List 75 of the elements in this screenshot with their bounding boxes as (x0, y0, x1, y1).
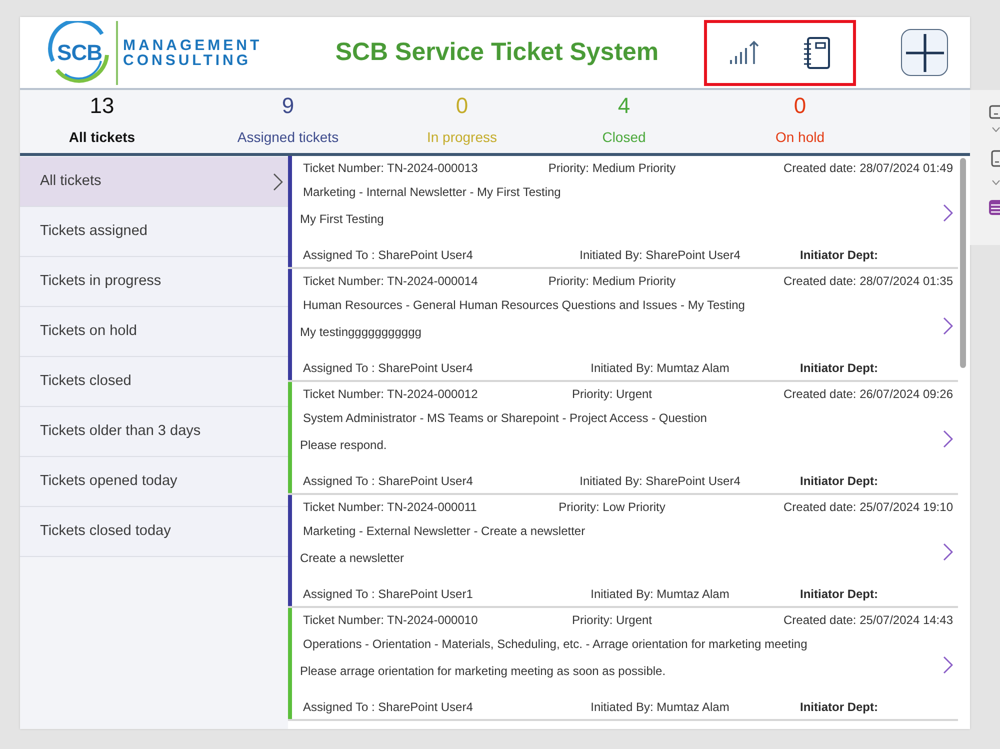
assigned-to: Assigned To : SharePoint User1 (303, 586, 473, 603)
assigned-to: Assigned To : SharePoint User4 (303, 360, 473, 377)
chevron-down-icon[interactable] (992, 180, 1000, 185)
chevron-down-icon[interactable] (992, 127, 1000, 132)
stat-count: 0 (794, 93, 806, 119)
ticket-description: My testinggggggggggg (300, 324, 422, 341)
created-date: Created date: 26/07/2024 09:26 (784, 386, 953, 403)
ticket-item[interactable] (288, 608, 958, 721)
ticket-number: Ticket Number: TN-2024-000014 (303, 273, 478, 290)
assigned-to: Assigned To : SharePoint User4 (303, 473, 473, 490)
sidebar-item[interactable]: All tickets (20, 157, 288, 207)
initiated-by: Initiated By: SharePoint User4 (580, 247, 740, 264)
ticket-number: Ticket Number: TN-2024-000012 (303, 386, 478, 403)
ticket-number: Ticket Number: TN-2024-000011 (303, 499, 477, 516)
logo-text: MANAGEMENT (123, 38, 262, 52)
ticket-item[interactable] (288, 382, 958, 495)
initiator-dept: Initiator Dept: (800, 360, 878, 377)
initiator-dept: Initiator Dept: (800, 586, 878, 603)
list-icon[interactable] (989, 199, 1000, 216)
chevron-right-icon (943, 316, 953, 336)
created-date: Created date: 28/07/2024 01:49 (784, 160, 953, 177)
initiated-by: Initiated By: SharePoint User4 (580, 473, 740, 490)
ticket-category: Human Resources - General Human Resources Questions and Issues - My Testing (303, 297, 745, 314)
ticket-item[interactable] (288, 269, 958, 382)
add-button[interactable] (901, 29, 948, 76)
stat-label[interactable]: On hold (775, 128, 825, 146)
ticket-description: Create a newsletter (300, 550, 404, 567)
notebook-icon[interactable] (802, 36, 830, 68)
ticket-number: Ticket Number: TN-2024-000013 (303, 160, 478, 177)
priority-text: Priority: Medium Priority (548, 273, 676, 290)
initiator-dept: Initiator Dept: (800, 699, 878, 716)
initiator-dept: Initiator Dept: (800, 473, 878, 490)
assigned-to: Assigned To : SharePoint User4 (303, 699, 473, 716)
logo-initials: SCB (57, 40, 102, 64)
initiated-by: Initiated By: Mumtaz Alam (590, 699, 730, 716)
stat-count: 4 (618, 93, 630, 119)
stat-count: 13 (90, 93, 114, 119)
priority-text: Priority: Low Priority (558, 499, 666, 516)
chevron-right-icon (943, 655, 953, 675)
initiator-dept: Initiator Dept: (800, 247, 878, 264)
created-date: Created date: 25/07/2024 19:10 (784, 499, 953, 516)
scrollbar-thumb[interactable] (960, 158, 966, 368)
logo-ring-drawing (48, 21, 111, 84)
chevron-right-icon (943, 542, 953, 562)
stat-count: 0 (456, 93, 468, 119)
initiated-by: Initiated By: Mumtaz Alam (590, 586, 730, 603)
ticket-category: System Administrator - MS Teams or Sharepoint - Project Access - Question (303, 410, 707, 427)
chevron-right-icon (943, 429, 953, 449)
assigned-to: Assigned To : SharePoint User4 (303, 247, 473, 264)
chevron-right-icon (943, 203, 953, 223)
ticket-category: Operations - Orientation - Materials, Scheduling, etc. - Arrage orientation for marketing meeting (303, 636, 808, 653)
ticket-category: Marketing - Internal Newsletter - My First Testing (303, 184, 561, 201)
priority-text: Priority: Medium Priority (548, 160, 676, 177)
ticket-item[interactable] (288, 156, 958, 269)
initiated-by: Initiated By: Mumtaz Alam (590, 360, 730, 377)
ticket-description: My First Testing (300, 211, 384, 228)
stat-count: 9 (282, 93, 294, 119)
created-date: Created date: 28/07/2024 01:35 (784, 273, 953, 290)
created-date: Created date: 25/07/2024 14:43 (784, 612, 953, 629)
priority-text: Priority: Urgent (572, 612, 652, 629)
logo-text: CONSULTING (123, 52, 252, 68)
stat-label[interactable]: All tickets (68, 128, 136, 146)
ticket-number: Ticket Number: TN-2024-000010 (303, 612, 478, 629)
ticket-description: Please arrage orientation for marketing meeting as soon as possible. (300, 663, 666, 680)
ticket-item[interactable] (288, 495, 958, 608)
device-icon[interactable] (989, 105, 1000, 121)
ticket-description: Please respond. (300, 437, 387, 454)
ticket-category: Marketing - External Newsletter - Create a newsletter (303, 523, 586, 540)
bar-chart-icon[interactable] (728, 40, 758, 66)
plus-icon (906, 34, 944, 72)
device-icon[interactable] (991, 150, 1000, 168)
chevron-right-icon (273, 172, 283, 190)
priority-text: Priority: Urgent (572, 386, 652, 403)
app-title: SCB Service Ticket System (335, 36, 659, 68)
stat-label[interactable]: Assigned tickets (237, 128, 339, 146)
